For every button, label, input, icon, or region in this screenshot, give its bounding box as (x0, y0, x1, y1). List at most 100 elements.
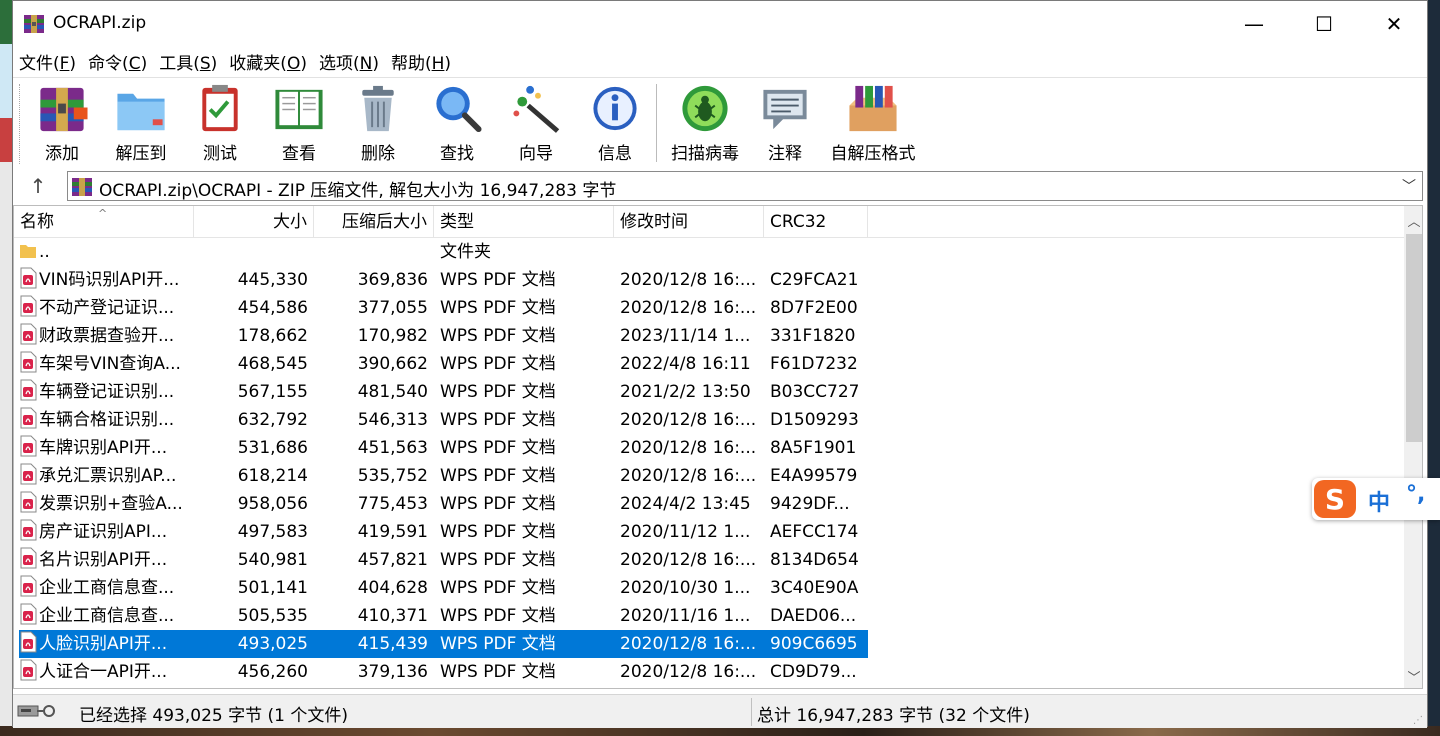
packed-size: 390,662 (357, 354, 428, 374)
file-row[interactable]: 车牌识别API开... 531,686 451,563 WPS PDF 文档 2020/… (14, 434, 1404, 462)
ime-punctuation-toggle[interactable]: °, (1406, 482, 1425, 507)
file-type: WPS PDF 文档 (440, 466, 556, 486)
up-folder-button[interactable]: ↑ (23, 173, 53, 199)
file-type: WPS PDF 文档 (440, 326, 556, 346)
ime-toolbar[interactable]: S 中 °, (1312, 478, 1440, 520)
row-name: 承兑汇票识别AP... (19, 462, 194, 490)
file-row[interactable]: 企业工商信息查... 505,535 410,371 WPS PDF 文档 2020/1… (14, 602, 1404, 630)
pdf-file-icon (20, 379, 37, 401)
file-row[interactable]: 发票识别+查验A... 958,056 775,453 WPS PDF 文档 2024/… (14, 490, 1404, 518)
view-button[interactable]: 查看 (260, 82, 338, 164)
file-row[interactable]: 车辆登记证识别... 567,155 481,540 WPS PDF 文档 2021/2… (14, 378, 1404, 406)
add-button[interactable]: 添加 (23, 82, 101, 164)
column-modified[interactable]: 修改时间 (614, 206, 764, 238)
file-row[interactable]: 车辆合格证识别... 632,792 546,313 WPS PDF 文档 2020/1… (14, 406, 1404, 434)
file-row[interactable]: 人脸识别API开... 493,025 415,439 WPS PDF 文档 2020/… (14, 630, 1404, 658)
file-row[interactable]: 房产证识别API... 497,583 419,591 WPS PDF 文档 2020/… (14, 518, 1404, 546)
file-list: 名称 ^ 大小 压缩后大小 类型 修改时间 CRC32 .. 文件夹 VIN码识别A… (13, 205, 1423, 689)
scroll-down-icon[interactable]: ﹀ (1404, 662, 1422, 688)
scroll-thumb[interactable] (1406, 234, 1422, 442)
menu-tools[interactable]: 工具(S) (157, 47, 219, 75)
maximize-button[interactable]: ☐ (1289, 1, 1359, 47)
column-crc32[interactable]: CRC32 (764, 206, 868, 238)
close-button[interactable]: ✕ (1359, 1, 1429, 47)
resize-grip-icon[interactable]: ⋰ (1413, 715, 1423, 726)
column-size[interactable]: 大小 (194, 206, 314, 238)
ime-language-toggle[interactable]: 中 (1368, 485, 1390, 517)
file-size: 618,214 (237, 466, 308, 486)
file-size: 178,662 (237, 326, 308, 346)
address-row: ↑ OCRAPI.zip\OCRAPI - ZIP 压缩文件, 解包大小为 16… (13, 169, 1427, 203)
pdf-file-icon (20, 631, 37, 653)
packed-size: 410,371 (357, 606, 428, 626)
extract-to-button[interactable]: 解压到 (102, 82, 180, 164)
sort-ascending-icon: ^ (98, 207, 108, 220)
comment-button[interactable]: 注释 (746, 82, 824, 164)
menu-commands[interactable]: 命令(C) (86, 47, 149, 75)
scan-virus-button[interactable]: 扫描病毒 (663, 82, 747, 164)
test-button[interactable]: 测试 (181, 82, 259, 164)
pdf-file-icon (20, 463, 37, 485)
modified-time: 2020/12/8 16:... (620, 270, 757, 290)
column-packed-size[interactable]: 压缩后大小 (314, 206, 434, 238)
delete-button[interactable]: 删除 (339, 82, 417, 164)
sfx-button[interactable]: 自解压格式 (825, 82, 921, 164)
file-name: 承兑汇票识别AP... (39, 466, 177, 486)
pdf-file-icon (20, 351, 37, 373)
column-name[interactable]: 名称 ^ (14, 206, 194, 238)
file-name: 不动产登记证识... (39, 298, 175, 318)
menu-options[interactable]: 选项(N) (317, 47, 381, 75)
pdf-file-icon (20, 267, 37, 289)
file-row[interactable]: 承兑汇票识别AP... 618,214 535,752 WPS PDF 文档 2020/… (14, 462, 1404, 490)
address-dropdown-icon[interactable]: ﹀ (1402, 176, 1416, 196)
file-row[interactable]: 名片识别API开... 540,981 457,821 WPS PDF 文档 2020/… (14, 546, 1404, 574)
packed-size (314, 238, 434, 266)
packed-size: 419,591 (357, 522, 428, 542)
file-row[interactable]: 不动产登记证识... 454,586 377,055 WPS PDF 文档 2020/1… (14, 294, 1404, 322)
file-type: WPS PDF 文档 (440, 522, 556, 542)
comment-bubble-icon (763, 89, 807, 130)
sfx-box-icon (849, 85, 897, 132)
pdf-file-icon (20, 659, 37, 681)
file-size: 632,792 (237, 410, 308, 430)
column-type[interactable]: 类型 (434, 206, 614, 238)
minimize-button[interactable]: — (1219, 1, 1289, 47)
packed-size: 775,453 (357, 494, 428, 514)
modified-time: 2021/2/2 13:50 (620, 382, 751, 402)
file-row[interactable]: 企业工商信息查... 501,141 404,628 WPS PDF 文档 2020/1… (14, 574, 1404, 602)
title-bar[interactable]: OCRAPI.zip — ☐ ✕ (13, 1, 1427, 47)
wizard-button[interactable]: 向导 (497, 82, 575, 164)
wizard-label: 向导 (519, 144, 553, 164)
menu-favorites[interactable]: 收藏夹(O) (227, 47, 309, 75)
file-type: WPS PDF 文档 (440, 298, 556, 318)
row-name: 车架号VIN查询A... (19, 350, 194, 378)
file-row[interactable]: 车架号VIN查询A... 468,545 390,662 WPS PDF 文档 2022… (14, 350, 1404, 378)
parent-folder-row[interactable]: .. 文件夹 (14, 238, 1404, 266)
find-button[interactable]: 查找 (418, 82, 496, 164)
magnifier-icon (436, 86, 482, 133)
packed-size: 379,136 (357, 662, 428, 682)
modified-time: 2020/12/8 16:... (614, 630, 764, 658)
file-name: VIN码识别API开... (39, 270, 180, 290)
sfx-label: 自解压格式 (830, 144, 916, 164)
file-row[interactable]: VIN码识别API开... 445,330 369,836 WPS PDF 文档 202… (14, 266, 1404, 294)
modified-time: 2020/12/8 16:... (620, 410, 757, 430)
menu-help[interactable]: 帮助(H) (389, 47, 453, 75)
svg-text:S: S (1325, 483, 1345, 516)
row-name: 企业工商信息查... (19, 602, 194, 630)
address-bar[interactable]: OCRAPI.zip\OCRAPI - ZIP 压缩文件, 解包大小为 16,9… (67, 171, 1423, 201)
info-label: 信息 (598, 144, 632, 164)
vertical-scrollbar[interactable]: ︿ ﹀ (1404, 206, 1422, 688)
file-row[interactable]: 人证合一API开... 456,260 379,136 WPS PDF 文档 2020/… (14, 658, 1404, 686)
folder-icon (20, 245, 36, 258)
address-path: OCRAPI.zip\OCRAPI - ZIP 压缩文件, 解包大小为 16,9… (99, 181, 617, 201)
file-type: WPS PDF 文档 (440, 606, 556, 626)
packed-size: 377,055 (357, 298, 428, 318)
comment-label: 注释 (768, 144, 802, 164)
info-button[interactable]: 信息 (576, 82, 654, 164)
file-row[interactable]: 财政票据查验开... 178,662 170,982 WPS PDF 文档 2023/1… (14, 322, 1404, 350)
crc32-value: 8D7F2E00 (770, 298, 858, 318)
scroll-up-icon[interactable]: ︿ (1404, 206, 1422, 234)
file-size: 456,260 (237, 662, 308, 682)
menu-file[interactable]: 文件(F) (17, 47, 78, 75)
